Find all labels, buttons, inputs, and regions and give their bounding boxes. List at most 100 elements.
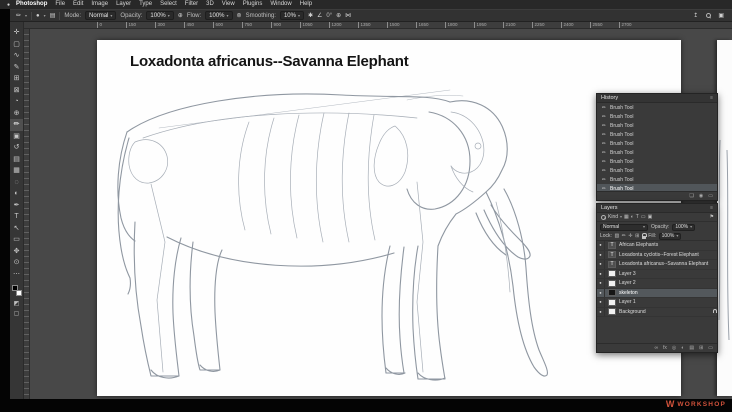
lock-pixels-icon[interactable]: ✏ [622,233,626,239]
layer-style-fx-icon[interactable]: fx [663,345,667,351]
brush-tool[interactable]: ✏ [10,119,23,131]
brush-preset-caret-icon[interactable]: ▾ [44,13,46,18]
visibility-toggle[interactable]: ● [597,269,605,278]
layer-thumbnail[interactable] [608,270,616,278]
layer-row[interactable]: ● T African Elephants [597,241,717,251]
panel-menu-icon[interactable]: ≡ [710,95,713,101]
eraser-tool[interactable]: ▤ [10,154,23,166]
quick-selection-tool[interactable]: ✎ [10,62,23,74]
layer-row[interactable]: ● T Layer 1 [597,298,717,308]
menu-item[interactable]: View [218,0,239,9]
filter-kind-label[interactable]: Kind [608,214,618,220]
menu-item[interactable]: Window [266,0,295,9]
visibility-toggle[interactable]: ● [597,298,605,307]
menu-item[interactable]: Photoshop [12,0,51,9]
layer-row[interactable]: ● T Background [597,307,717,317]
crop-tool[interactable]: ⊞ [10,73,23,85]
visibility-toggle[interactable]: ● [597,260,605,269]
text-layer-thumbnail[interactable]: T [608,260,616,268]
airbrush-icon[interactable]: ⊚ [237,13,242,19]
history-state-row[interactable]: ✏ Brush Tool [597,112,717,121]
symmetry-icon[interactable]: ⋈ [345,13,351,19]
history-state-row[interactable]: ✏ Brush Tool [597,148,717,157]
visibility-toggle[interactable]: ● [597,288,605,297]
second-document-edge[interactable] [717,40,732,396]
menu-item[interactable]: Edit [69,0,87,9]
quick-mask-button[interactable]: ◩ [10,298,23,308]
lock-position-icon[interactable]: ✛ [628,233,632,239]
layer-thumbnail[interactable] [608,298,616,306]
brush-preset-picker-icon[interactable]: ● [36,13,40,19]
visibility-toggle[interactable]: ● [597,241,605,250]
menu-item[interactable]: 3D [202,0,218,9]
frame-tool[interactable]: ⊠ [10,85,23,97]
pressure-opacity-icon[interactable]: ⊕ [178,13,183,19]
new-layer-icon[interactable]: ⊞ [699,345,703,351]
pen-tool[interactable]: ✒ [10,200,23,212]
lasso-tool[interactable]: ∿ [10,50,23,62]
hand-tool[interactable]: ✥ [10,246,23,258]
chevron-down-icon[interactable]: ▾ [620,215,622,219]
new-snapshot-icon[interactable]: ◉ [699,193,703,199]
layer-fill-dropdown[interactable]: 100% ▾ [658,232,682,240]
tool-preset-caret-icon[interactable]: ▾ [25,13,27,18]
apple-menu-icon[interactable]: ● [7,2,10,8]
eyedropper-tool[interactable]: ◔ [10,96,23,108]
layer-thumbnail[interactable] [608,279,616,287]
foreground-color-swatch[interactable] [11,285,18,291]
history-state-row[interactable]: ✏ Brush Tool [597,121,717,130]
lock-all-icon[interactable] [641,233,647,239]
layer-row[interactable]: ● T Loxadonta cyclotis--Forest Elephant [597,250,717,260]
layer-opacity-dropdown[interactable]: 100% ▾ [672,223,696,231]
rectangular-marquee-tool[interactable]: ▢ [10,39,23,51]
dodge-tool[interactable]: ◐ [10,188,23,200]
layer-name[interactable]: Layer 1 [619,299,714,305]
add-mask-icon[interactable]: ◎ [672,345,676,351]
delete-state-icon[interactable]: ▭ [708,193,713,199]
layer-name[interactable]: Loxadonta cyclotis--Forest Elephant [619,252,714,258]
smoothing-dropdown[interactable]: 10% ▾ [279,11,304,20]
pressure-size-icon[interactable]: ⊕ [336,13,341,19]
lock-transparent-icon[interactable]: ▨ [614,233,619,239]
menu-item[interactable]: File [51,0,69,9]
shape-tool[interactable]: ▭ [10,234,23,246]
edit-toolbar[interactable]: ⋯ [10,269,23,281]
flow-dropdown[interactable]: 100% ▾ [205,11,233,20]
layer-name[interactable]: skeleton [619,290,714,296]
layer-row[interactable]: ● T skeleton [597,288,717,298]
layer-name[interactable]: Background [619,309,709,315]
history-brush-tool[interactable]: ↺ [10,142,23,154]
layer-row[interactable]: ● T Layer 2 [597,279,717,289]
history-state-row[interactable]: ✏ Brush Tool [597,184,717,191]
visibility-toggle[interactable]: ● [597,307,605,316]
screen-mode-button[interactable]: ▢ [10,308,23,318]
history-panel-header[interactable]: History ≡ [597,94,717,103]
blur-tool[interactable]: ◌ [10,177,23,189]
menu-item[interactable]: Filter [181,0,202,9]
new-group-icon[interactable]: ▤ [689,345,694,351]
vertical-ruler[interactable] [24,29,30,399]
layer-thumbnail[interactable] [608,308,616,316]
filter-pixel-icon[interactable]: ▦ [624,214,629,220]
gradient-tool[interactable]: ▦ [10,165,23,177]
history-state-row[interactable]: ✏ Brush Tool [597,103,717,112]
workspace-switcher-icon[interactable]: ▣ [718,13,724,19]
layer-name[interactable]: Layer 2 [619,280,714,286]
history-state-row[interactable]: ✏ Brush Tool [597,139,717,148]
menu-item[interactable]: Plugins [239,0,267,9]
menu-item[interactable]: Help [296,0,316,9]
filter-adjustment-icon[interactable]: ◐ [631,214,634,220]
layer-thumbnail[interactable] [608,289,616,297]
text-layer-thumbnail[interactable]: T [608,241,616,249]
visibility-toggle[interactable]: ● [597,250,605,259]
canvas[interactable]: Loxadonta africanus--Savanna Elephant [97,40,681,396]
layer-row[interactable]: ● T Layer 3 [597,269,717,279]
link-layers-icon[interactable]: ∞ [654,345,658,351]
text-layer-thumbnail[interactable]: T [608,251,616,259]
filter-type-icon[interactable]: T [636,214,639,220]
layer-blend-mode-dropdown[interactable]: Normal ▾ [600,223,648,231]
path-selection-tool[interactable]: ↖ [10,223,23,235]
menu-item[interactable]: Image [87,0,112,9]
new-document-from-state-icon[interactable]: ❏ [689,193,693,199]
brush-settings-panel-icon[interactable]: ▤ [50,13,56,19]
